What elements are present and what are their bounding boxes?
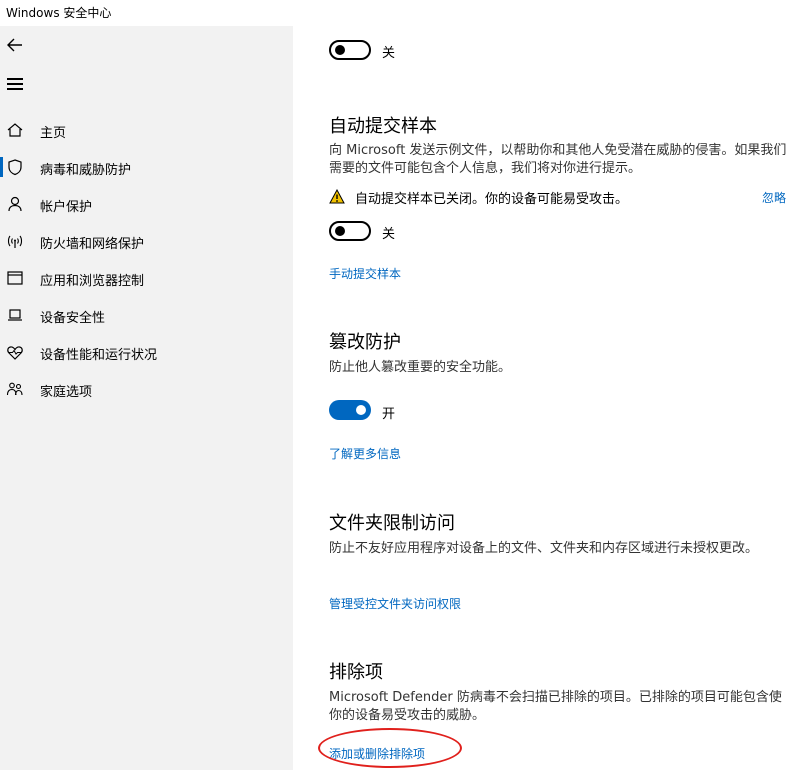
family-icon	[6, 382, 23, 396]
toggle-knob	[335, 226, 345, 236]
heart-pulse-icon	[7, 346, 23, 360]
security-center-window: Windows 安全中心 主页 病毒和威胁防护 帐户保护 防火墙和网络保护 应用…	[0, 0, 812, 770]
auto-submit-title: 自动提交样本	[329, 116, 437, 137]
sidebar-item-firewall[interactable]: 防火墙和网络保护	[0, 223, 293, 259]
top-toggle-switch[interactable]	[329, 40, 371, 60]
sidebar: 主页 病毒和威胁防护 帐户保护 防火墙和网络保护 应用和浏览器控制 设备安全性 …	[0, 26, 293, 770]
tamper-toggle-label: 开	[382, 407, 396, 422]
folder-access-description: 防止不友好应用程序对设备上的文件、文件夹和内存区域进行未授权更改。	[329, 541, 759, 556]
sidebar-item-label: 病毒和威胁防护	[40, 163, 132, 178]
wifi-signal-icon	[7, 235, 23, 248]
auto-submit-toggle-label: 关	[382, 227, 396, 242]
back-button[interactable]	[4, 34, 26, 56]
toggle-knob	[335, 45, 345, 55]
sidebar-item-home[interactable]: 主页	[0, 112, 293, 148]
sidebar-item-app-browser[interactable]: 应用和浏览器控制	[0, 260, 293, 296]
sidebar-item-device-health[interactable]: 设备性能和运行状况	[0, 334, 293, 370]
laptop-icon	[8, 309, 22, 321]
sidebar-item-label: 帐户保护	[40, 200, 93, 215]
main-content: 关 自动提交样本 向 Microsoft 发送示例文件，以帮助你和其他人免受潜在…	[293, 26, 812, 770]
person-icon	[8, 196, 22, 212]
exclusions-description: Microsoft Defender 防病毒不会扫描已排除的项目。已排除的项目可…	[329, 690, 782, 723]
dismiss-link[interactable]: 忽略	[762, 189, 786, 206]
sidebar-item-label: 设备安全性	[40, 311, 106, 326]
menu-button[interactable]	[5, 75, 25, 93]
auto-submit-warning: 自动提交样本已关闭。你的设备可能易受攻击。	[355, 192, 629, 207]
sidebar-item-label: 防火墙和网络保护	[40, 237, 145, 252]
sidebar-item-label: 主页	[40, 126, 67, 141]
toggle-knob	[356, 405, 366, 415]
manual-submit-link[interactable]: 手动提交样本	[329, 265, 401, 282]
home-icon	[7, 123, 23, 137]
manage-folder-access-link[interactable]: 管理受控文件夹访问权限	[329, 595, 461, 612]
warning-icon	[329, 189, 345, 204]
exclusions-title: 排除项	[329, 662, 383, 683]
auto-submit-description: 向 Microsoft 发送示例文件，以帮助你和其他人免受潜在威胁的侵害。如果我…	[329, 143, 787, 176]
title-bar: Windows 安全中心	[0, 0, 812, 26]
tamper-title: 篡改防护	[329, 332, 401, 353]
top-toggle-label: 关	[382, 46, 396, 61]
tamper-description: 防止他人篡改重要的安全功能。	[329, 360, 512, 375]
sidebar-item-label: 家庭选项	[40, 385, 93, 400]
app-window-icon	[7, 271, 23, 285]
hamburger-icon	[7, 78, 23, 80]
sidebar-item-virus-protection[interactable]: 病毒和威胁防护	[0, 149, 293, 185]
shield-icon	[8, 159, 22, 176]
sidebar-item-device-security[interactable]: 设备安全性	[0, 297, 293, 333]
add-remove-exclusions-link[interactable]: 添加或删除排除项	[329, 745, 425, 762]
sidebar-item-account[interactable]: 帐户保护	[0, 186, 293, 222]
folder-access-title: 文件夹限制访问	[329, 513, 455, 534]
learn-more-link[interactable]: 了解更多信息	[329, 445, 401, 462]
back-arrow-icon	[7, 38, 22, 52]
sidebar-item-family[interactable]: 家庭选项	[0, 371, 293, 407]
active-indicator	[0, 157, 3, 177]
tamper-toggle[interactable]	[329, 400, 371, 420]
sidebar-item-label: 应用和浏览器控制	[40, 274, 145, 289]
sidebar-item-label: 设备性能和运行状况	[40, 348, 158, 363]
auto-submit-toggle[interactable]	[329, 221, 371, 241]
window-title: Windows 安全中心	[6, 6, 112, 20]
